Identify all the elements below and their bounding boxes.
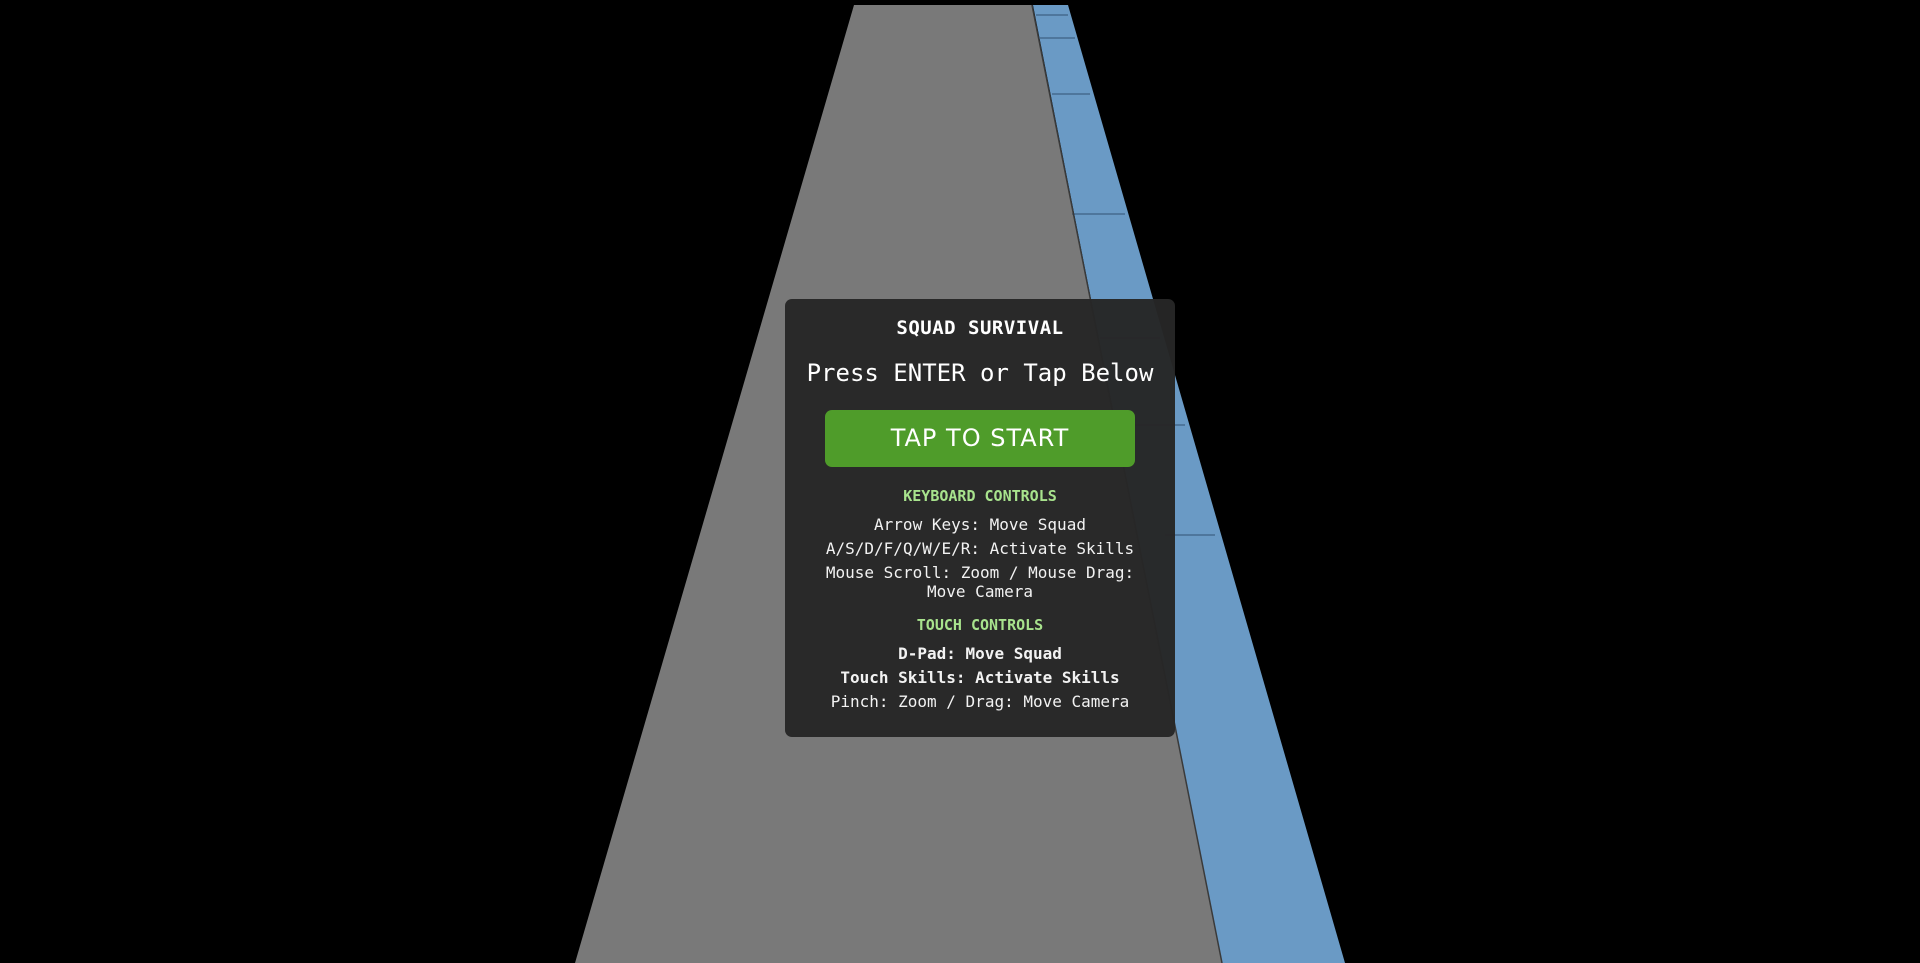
touch-controls-heading: TOUCH CONTROLS	[916, 616, 1044, 634]
game-title: SQUAD SURVIVAL	[896, 317, 1064, 339]
keyboard-control-camera: Mouse Scroll: Zoom / Mouse Drag: Move Ca…	[825, 563, 1135, 601]
touch-control-camera: Pinch: Zoom / Drag: Move Camera	[830, 692, 1130, 711]
keyboard-control-move: Arrow Keys: Move Squad	[874, 515, 1086, 534]
touch-control-move: D-Pad: Move Squad	[898, 644, 1062, 663]
tap-to-start-button[interactable]: TAP TO START	[825, 410, 1135, 467]
start-menu-panel: SQUAD SURVIVAL Press ENTER or Tap Below …	[785, 299, 1175, 737]
game-viewport[interactable]: SQUAD SURVIVAL Press ENTER or Tap Below …	[0, 0, 1920, 963]
keyboard-control-skills: A/S/D/F/Q/W/E/R: Activate Skills	[825, 539, 1135, 558]
keyboard-controls-heading: KEYBOARD CONTROLS	[903, 487, 1057, 505]
start-prompt: Press ENTER or Tap Below	[806, 359, 1154, 387]
touch-control-skills: Touch Skills: Activate Skills	[840, 668, 1120, 687]
